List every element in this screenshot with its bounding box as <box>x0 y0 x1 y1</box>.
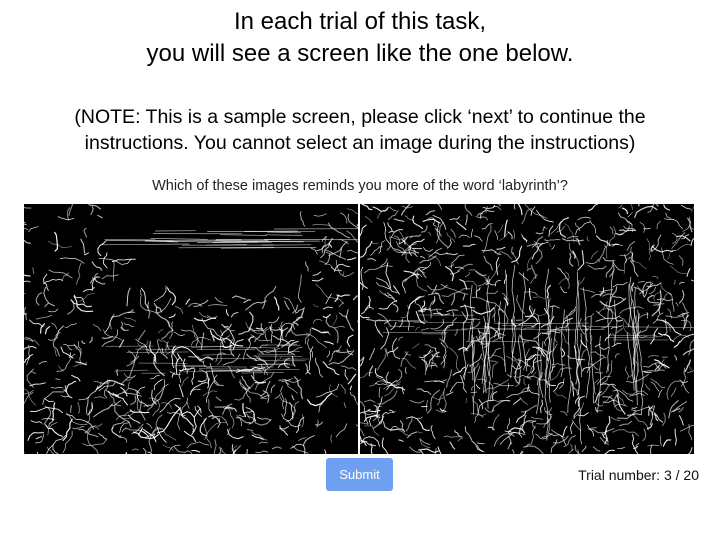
instructions-note-line-2: instructions. You cannot select an image… <box>84 132 636 154</box>
trial-prompt: Which of these images reminds you more o… <box>152 178 568 194</box>
trial-counter: Trial number: 3 / 20 <box>578 467 699 483</box>
left-edge-image <box>24 204 358 454</box>
right-image-option[interactable] <box>360 204 694 454</box>
submit-button[interactable]: Submit <box>326 458 393 491</box>
instructions-heading-line-1: In each trial of this task, <box>233 8 487 35</box>
right-edge-image <box>360 204 694 454</box>
instructions-note-line-1: (NOTE: This is a sample screen, please c… <box>74 106 646 128</box>
instructions-heading-line-2: you will see a screen like the one below… <box>146 40 574 67</box>
left-image-option[interactable] <box>24 204 358 454</box>
